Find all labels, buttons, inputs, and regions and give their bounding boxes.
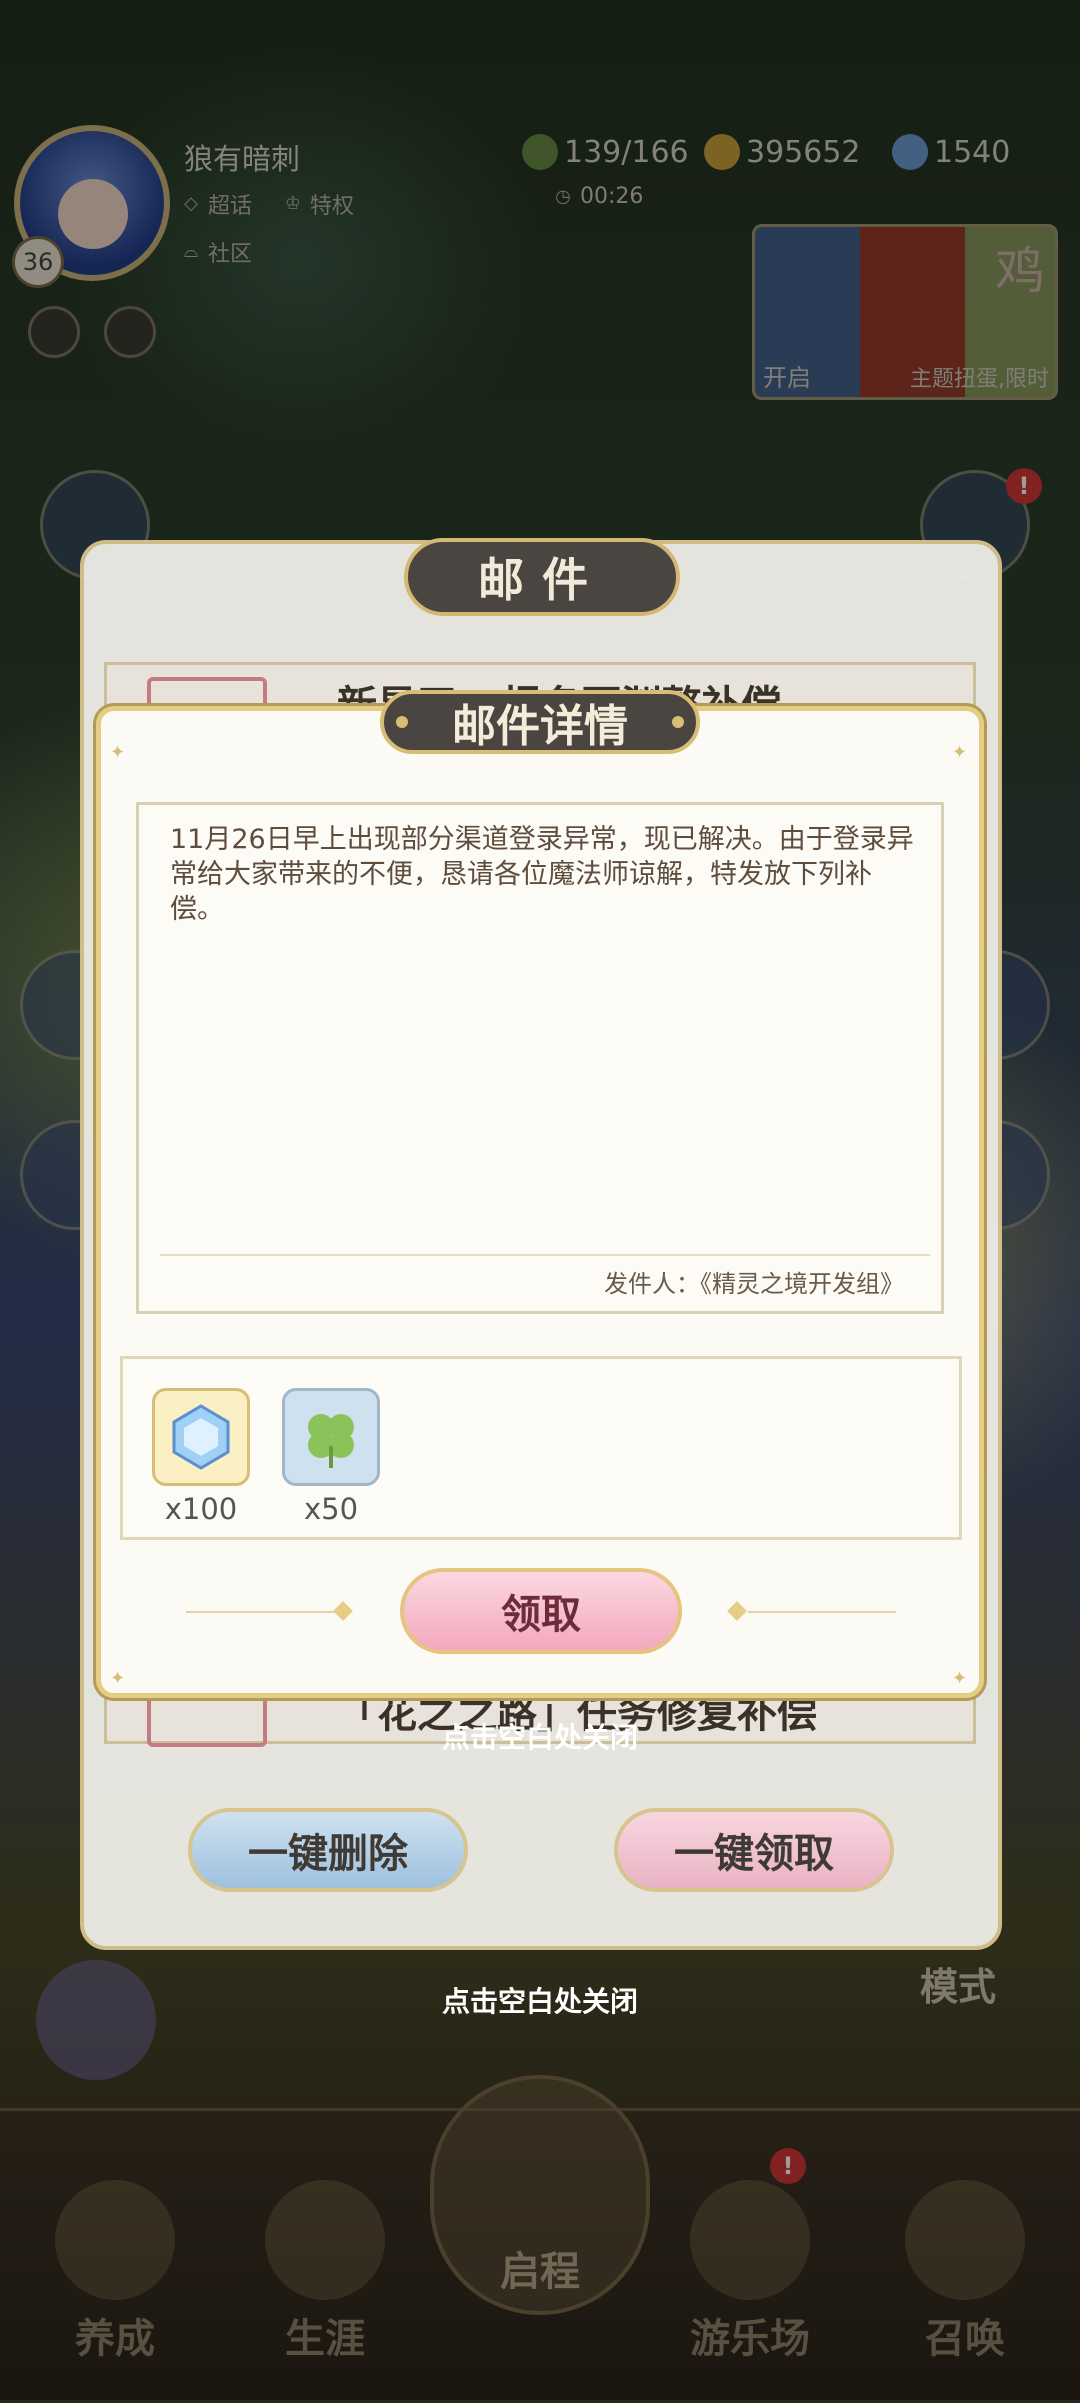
reward-item[interactable]: x100	[152, 1388, 250, 1526]
claim-all-button[interactable]: 一键领取	[614, 1808, 894, 1892]
outer-close-hint[interactable]: 点击空白处关闭	[0, 1980, 1080, 2020]
divider	[748, 1611, 896, 1613]
reward-count: x100	[164, 1492, 238, 1526]
divider	[160, 1254, 930, 1256]
diamond-icon	[152, 1388, 250, 1486]
reward-item[interactable]: x50	[282, 1388, 380, 1526]
corner-ornament: ✦	[110, 742, 126, 763]
clover-icon	[282, 1388, 380, 1486]
corner-ornament: ✦	[952, 1668, 968, 1689]
mail-dialog-title: 邮件	[404, 538, 680, 616]
reward-count: x50	[303, 1492, 359, 1526]
claim-button[interactable]: 领取	[400, 1568, 682, 1654]
close-hint[interactable]: 点击空白处关闭	[0, 1716, 1080, 1756]
delete-all-button[interactable]: 一键删除	[188, 1808, 468, 1892]
corner-ornament: ✦	[952, 742, 968, 763]
mail-detail-title: 邮件详情	[380, 690, 700, 754]
title-ornament	[672, 716, 684, 728]
corner-ornament: ✦	[110, 1668, 126, 1689]
divider	[186, 1611, 334, 1613]
title-ornament	[396, 716, 408, 728]
message-body: 11月26日早上出现部分渠道登录异常，现已解决。由于登录异常给大家带来的不便，恳…	[170, 824, 914, 925]
mail-sender: 发件人：《精灵之境开发组》	[604, 1270, 904, 1298]
